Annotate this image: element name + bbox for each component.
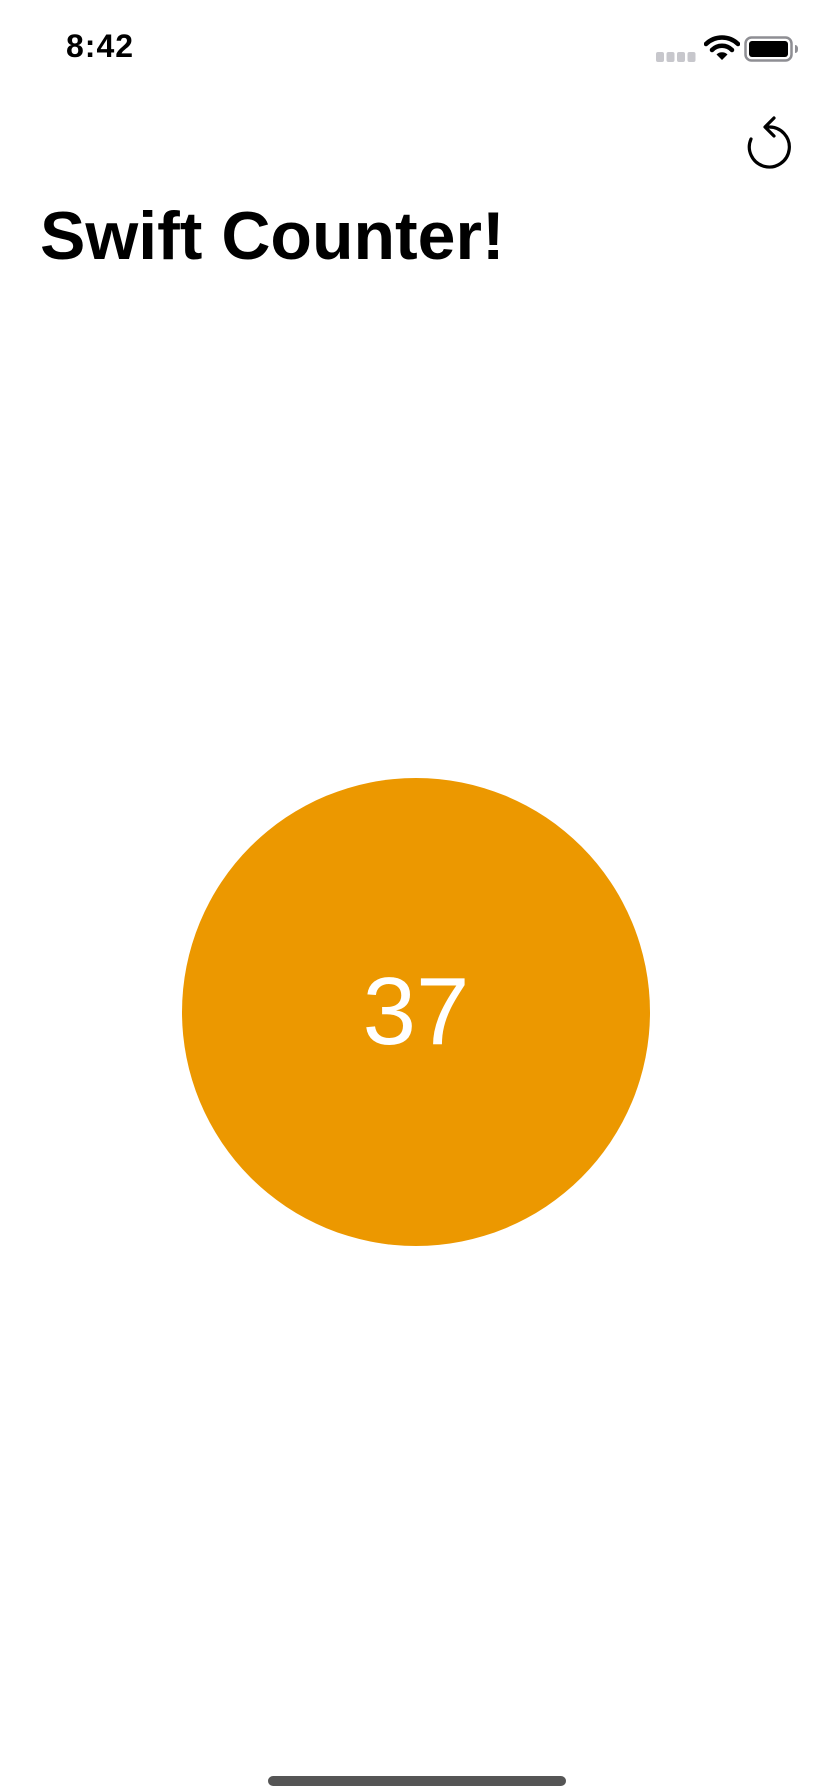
reset-button[interactable] [740,112,798,170]
status-time: 8:42 [66,28,135,64]
status-bar: 8:42 [0,0,828,100]
home-indicator[interactable] [268,1776,566,1786]
signal-icon [656,52,696,62]
counter-value: 37 [362,958,470,1065]
battery-icon [744,36,798,62]
counter-button[interactable]: 37 [182,778,650,1246]
wifi-icon [704,35,740,60]
reset-icon [747,116,791,169]
page-title: Swift Counter! [40,198,505,274]
